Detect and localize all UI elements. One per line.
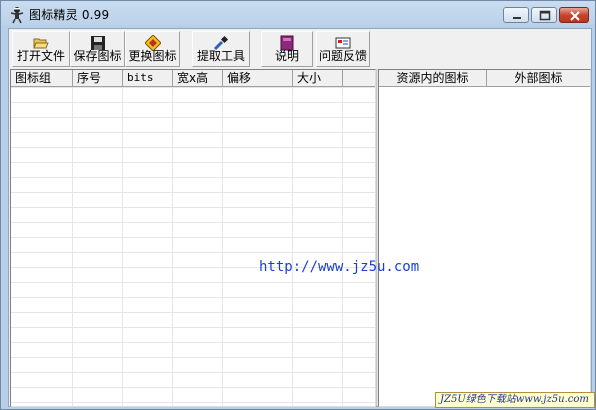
help-label: 说明 xyxy=(274,49,299,63)
title-bar[interactable]: 图标精灵 0.99 xyxy=(1,1,595,28)
open-file-label: 打开文件 xyxy=(16,49,65,63)
column-header-bytes[interactable]: 大小 xyxy=(293,70,343,87)
window-title: 图标精灵 0.99 xyxy=(29,8,110,22)
save-icon-button[interactable]: 保存图标 xyxy=(70,31,125,67)
open-file-button[interactable]: 打开文件 xyxy=(12,31,70,67)
client-area: 打开文件 保存图标 更换图标 提取工具 说明 问题反馈 图标组 序号 bits … xyxy=(8,28,592,407)
column-header-resource-icons[interactable]: 资源内的图标 xyxy=(379,70,487,87)
column-header-bits[interactable]: bits xyxy=(123,70,173,87)
feedback-button[interactable]: 问题反馈 xyxy=(316,31,370,67)
app-window: 图标精灵 0.99 打开文件 保存图标 更换图标 提取工具 说明 问题反馈 图标… xyxy=(0,0,596,410)
close-button[interactable] xyxy=(559,7,589,23)
help-button[interactable]: 说明 xyxy=(261,31,313,67)
column-header-size-wh[interactable]: 宽x高 xyxy=(173,70,223,87)
watermark-banner: JZ5U绿色下载站www.jz5u.com xyxy=(435,392,595,408)
resource-icon-list[interactable]: 资源内的图标 外部图标 xyxy=(378,69,591,407)
feedback-label: 问题反馈 xyxy=(318,49,367,63)
column-header-icon-group[interactable]: 图标组 xyxy=(11,70,73,87)
save-icon-label: 保存图标 xyxy=(73,49,122,63)
replace-icon-label: 更换图标 xyxy=(128,49,177,63)
icon-list-grid xyxy=(11,87,375,406)
grid-divider xyxy=(72,87,73,406)
column-header-offset[interactable]: 偏移 xyxy=(223,70,293,87)
extract-tool-label: 提取工具 xyxy=(196,49,245,63)
grid-divider xyxy=(122,87,123,406)
maximize-button[interactable] xyxy=(531,7,557,23)
grid-divider xyxy=(172,87,173,406)
grid-divider xyxy=(222,87,223,406)
column-header-index[interactable]: 序号 xyxy=(73,70,123,87)
icon-list-view[interactable]: 图标组 序号 bits 宽x高 偏移 大小 xyxy=(10,69,376,407)
website-url: http://www.jz5u.com xyxy=(259,259,420,275)
app-logo-icon xyxy=(9,6,25,24)
toolbar: 打开文件 保存图标 更换图标 提取工具 说明 问题反馈 xyxy=(9,29,591,68)
column-header-external-icons[interactable]: 外部图标 xyxy=(487,70,590,87)
grid-divider xyxy=(342,87,343,406)
extract-tool-button[interactable]: 提取工具 xyxy=(192,31,250,67)
grid-divider xyxy=(292,87,293,406)
replace-icon-button[interactable]: 更换图标 xyxy=(125,31,180,67)
column-header-filler xyxy=(343,70,375,87)
minimize-button[interactable] xyxy=(503,7,529,23)
